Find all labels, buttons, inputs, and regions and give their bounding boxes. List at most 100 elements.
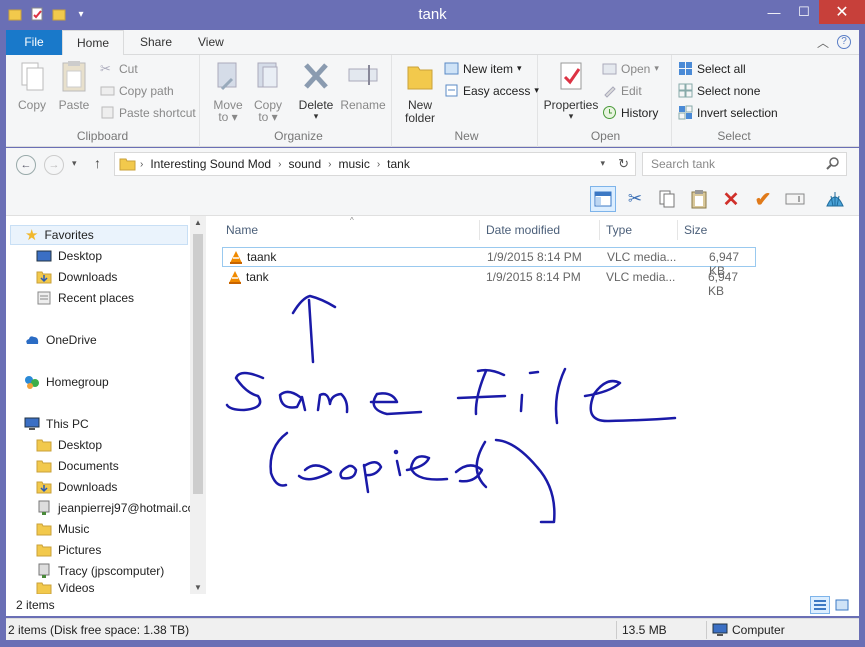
- open-button[interactable]: Open ▾: [602, 61, 659, 76]
- paste-button[interactable]: Paste: [54, 59, 94, 112]
- column-header-date[interactable]: Date modified: [466, 220, 600, 240]
- cut-tool-button[interactable]: ✂: [622, 186, 648, 212]
- tab-home[interactable]: Home: [62, 30, 125, 56]
- file-row[interactable]: taank 1/9/2015 8:14 PM VLC media... 6,94…: [222, 247, 756, 278]
- new-folder-label: New: [407, 98, 432, 112]
- scissors-icon: ✂: [100, 61, 111, 76]
- edit-button[interactable]: Edit: [602, 83, 642, 98]
- file-size: 6,947 KB: [708, 270, 739, 298]
- rename-button[interactable]: Rename: [340, 59, 386, 112]
- network-drive-icon: [38, 500, 50, 515]
- paste-tool-button[interactable]: [686, 186, 712, 212]
- nav-onedrive[interactable]: OneDrive: [24, 330, 97, 350]
- tab-view[interactable]: View: [184, 30, 238, 55]
- nav-recent-places[interactable]: Recent places: [36, 288, 134, 308]
- copy-to-icon: [257, 62, 278, 88]
- copy-tool-button[interactable]: [654, 186, 680, 212]
- help-icon[interactable]: ?: [837, 35, 851, 49]
- close-button[interactable]: ✕: [819, 0, 865, 24]
- clipboard-group-label: Clipboard: [76, 129, 129, 143]
- back-button[interactable]: ←: [16, 155, 36, 175]
- properties-button[interactable]: Properties ▾: [542, 59, 600, 121]
- search-input[interactable]: Search tank: [642, 152, 847, 176]
- nav-homegroup[interactable]: Homegroup: [24, 372, 109, 392]
- breadcrumb-item[interactable]: music: [334, 157, 373, 171]
- address-box[interactable]: › Interesting Sound Mod › sound › music …: [114, 152, 636, 176]
- delete-dropdown-icon[interactable]: ▾: [296, 112, 336, 121]
- new-item-button[interactable]: New item ▾: [444, 61, 522, 76]
- move-to-button[interactable]: Move to ▾: [210, 59, 246, 123]
- nav-pc-desktop-label: Desktop: [58, 438, 103, 452]
- breadcrumb-separator-icon: ›: [278, 158, 282, 170]
- paste-icon: [62, 61, 86, 92]
- checkmark-icon: ✔: [754, 188, 772, 211]
- collapse-ribbon-icon[interactable]: ︿: [817, 34, 829, 51]
- new-folder-button[interactable]: New folder: [400, 59, 440, 124]
- nav-pc-email[interactable]: jeanpierrej97@hotmail.co: [36, 498, 194, 518]
- nav-favorites-label: Favorites: [44, 228, 94, 242]
- copy-to-button[interactable]: Copy to ▾: [250, 59, 286, 123]
- properties-dropdown-icon[interactable]: ▾: [542, 112, 600, 121]
- details-view-button[interactable]: [810, 596, 830, 614]
- maximize-button[interactable]: ☐: [789, 0, 819, 24]
- address-dropdown-icon[interactable]: ▾: [600, 158, 605, 169]
- status-location: Computer: [732, 623, 785, 637]
- nav-pc-downloads-label: Downloads: [58, 480, 118, 494]
- nav-desktop-label: Desktop: [58, 249, 103, 263]
- nav-recent-places-label: Recent places: [58, 291, 135, 305]
- nav-pc-tracy[interactable]: Tracy (jpscomputer): [36, 561, 164, 581]
- breadcrumb-item[interactable]: tank: [383, 157, 414, 171]
- scrollbar-thumb[interactable]: [193, 234, 203, 494]
- delete-button[interactable]: Delete ▾: [296, 59, 336, 121]
- copy-button[interactable]: Copy: [12, 59, 52, 112]
- vlc-cone-icon: [230, 251, 242, 264]
- paste-label: Paste: [58, 98, 90, 112]
- forward-button[interactable]: →: [44, 155, 64, 175]
- address-bar-row: ← → ▾ ↑ › Interesting Sound Mod › sound …: [6, 148, 859, 182]
- scroll-down-icon[interactable]: ▼: [190, 583, 206, 592]
- nav-favorites[interactable]: ★ Favorites: [10, 225, 188, 245]
- select-none-label: Select none: [697, 83, 761, 98]
- nav-homegroup-label: Homegroup: [46, 375, 109, 389]
- paste-shortcut-button[interactable]: Paste shortcut: [100, 105, 196, 120]
- select-none-button[interactable]: Select none: [678, 83, 760, 98]
- nav-downloads[interactable]: Downloads: [36, 267, 117, 287]
- nav-pc-documents[interactable]: Documents: [36, 456, 119, 476]
- invert-selection-button[interactable]: Invert selection: [678, 105, 778, 120]
- recent-locations-icon[interactable]: ▾: [72, 158, 77, 169]
- cut-button[interactable]: ✂ Cut: [100, 61, 138, 76]
- breadcrumb-item[interactable]: Interesting Sound Mod: [146, 157, 275, 171]
- nav-desktop[interactable]: Desktop: [36, 246, 102, 266]
- file-row[interactable]: tank 1/9/2015 8:14 PM VLC media... 6,947…: [222, 268, 756, 298]
- tab-share[interactable]: Share: [126, 30, 186, 55]
- large-icons-view-button[interactable]: [832, 596, 852, 614]
- open-icon: [602, 63, 617, 75]
- nav-pc-pictures[interactable]: Pictures: [36, 540, 101, 560]
- delete-tool-button[interactable]: ✕: [718, 186, 744, 212]
- delete-label: Delete: [298, 98, 334, 112]
- nav-pc-downloads[interactable]: Downloads: [36, 477, 117, 497]
- easy-access-button[interactable]: Easy access ▾: [444, 83, 539, 98]
- ribbon: Copy Paste ✂ Cut Copy path Paste shortcu…: [6, 55, 859, 147]
- scroll-up-icon[interactable]: ▲: [190, 218, 206, 227]
- properties-tool-button[interactable]: ✔: [750, 186, 776, 212]
- minimize-button[interactable]: —: [759, 0, 789, 24]
- nav-pc-desktop[interactable]: Desktop: [36, 435, 102, 455]
- shell-button[interactable]: [822, 186, 848, 212]
- refresh-icon[interactable]: ↻: [618, 156, 629, 172]
- nav-this-pc[interactable]: This PC: [24, 414, 89, 434]
- up-arrow-icon[interactable]: ↑: [94, 155, 101, 171]
- nav-pc-music[interactable]: Music: [36, 519, 89, 539]
- nav-pc-videos[interactable]: Videos: [36, 582, 94, 594]
- tab-file[interactable]: File: [6, 30, 62, 55]
- nav-onedrive-label: OneDrive: [46, 333, 97, 347]
- select-all-button[interactable]: Select all: [678, 61, 746, 76]
- history-button[interactable]: History: [602, 105, 658, 120]
- breadcrumb-item[interactable]: sound: [284, 157, 325, 171]
- column-header-name[interactable]: Name: [206, 220, 480, 240]
- preview-pane-button[interactable]: [590, 186, 616, 212]
- column-header-size[interactable]: Size: [664, 220, 764, 240]
- rename-tool-button[interactable]: [782, 186, 808, 212]
- copy-path-button[interactable]: Copy path: [100, 83, 174, 98]
- nav-scrollbar[interactable]: ▲ ▼: [190, 216, 206, 594]
